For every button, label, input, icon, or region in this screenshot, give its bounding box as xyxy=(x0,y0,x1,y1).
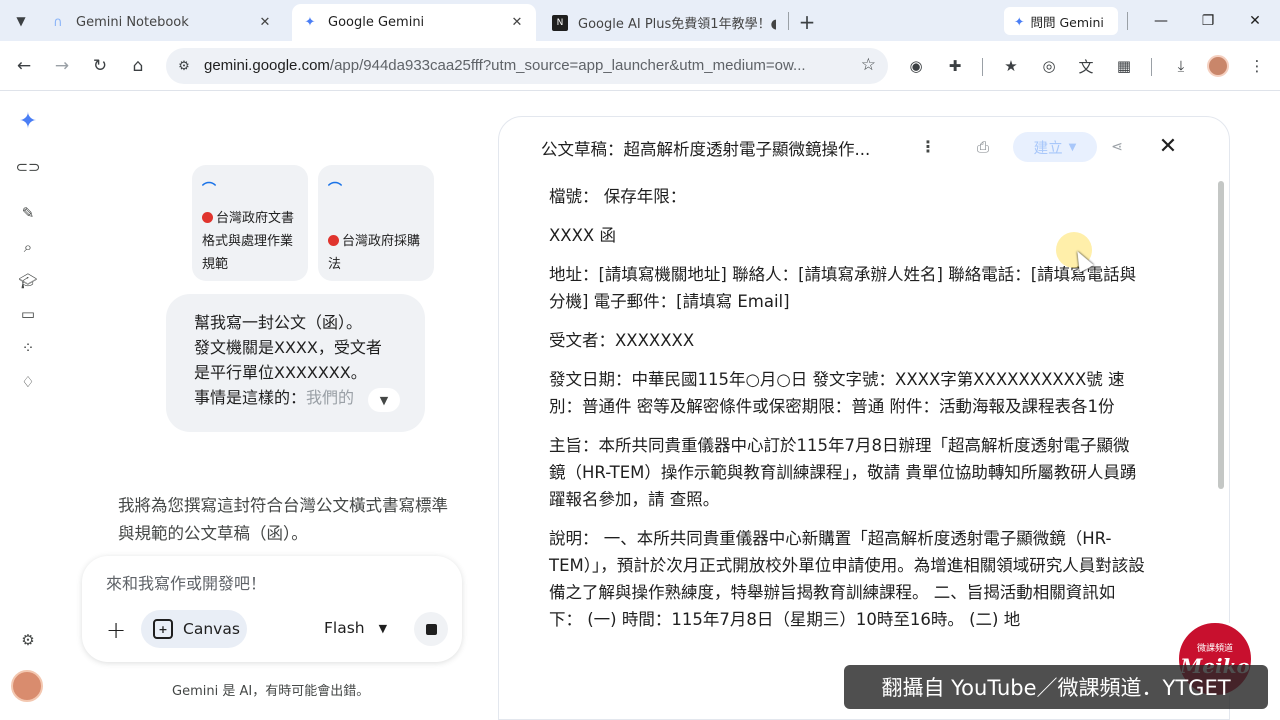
tab-close-icon[interactable]: ✕ xyxy=(508,14,526,32)
user-message-line: 是平行單位XXXXXXX。 xyxy=(194,363,367,382)
qr-code-icon[interactable]: ▦ xyxy=(1112,54,1136,78)
document-paragraph[interactable]: 受文者：XXXXXXX xyxy=(549,327,1145,354)
prompt-input-box[interactable]: 來和我寫作或開發吧！ + + Canvas Flash ▼ xyxy=(82,556,462,662)
gemini-sparkle-icon[interactable]: ✦ xyxy=(16,109,40,134)
toggle-sidebar-icon[interactable]: ⊂⊃ xyxy=(15,155,40,179)
tab-google-gemini[interactable]: ✦ Google Gemini ✕ xyxy=(292,4,536,41)
settings-gear-icon[interactable]: ⚙ xyxy=(16,628,40,652)
document-paragraph[interactable]: 地址：[請填寫機關地址] 聯絡人：[請填寫承辦人姓名] 聯絡電話：[請填寫電話與… xyxy=(549,261,1145,315)
minimize-window-icon[interactable]: — xyxy=(1146,8,1176,34)
document-paragraph[interactable]: 說明： 一、本所共同貴重儀器中心新購置「超高解析度透射電子顯微鏡（HR-TEM）… xyxy=(549,525,1145,633)
tab-google-ai-plus[interactable]: N Google AI Plus免費領1年教學！● xyxy=(542,4,786,41)
document-paragraph[interactable]: 檔號： 保存年限： xyxy=(549,183,1145,210)
forward-arrow-icon[interactable]: → xyxy=(49,53,75,79)
bookmarks-star-icon[interactable]: ★ xyxy=(999,54,1023,78)
add-plus-icon[interactable]: + xyxy=(102,616,130,644)
ask-gemini-label: 問問 Gemini xyxy=(1030,14,1104,30)
tab-gemini-notebook[interactable]: ∩ Gemini Notebook ✕ xyxy=(40,4,284,41)
back-arrow-icon[interactable]: ← xyxy=(11,53,37,79)
chevron-down-icon: ▼ xyxy=(1068,141,1077,153)
address-bar[interactable]: ⚙ gemini.google.com/app/944da933caa25fff… xyxy=(166,48,888,84)
library-icon[interactable]: ▭ xyxy=(16,302,40,326)
download-icon[interactable]: ⤓ xyxy=(1169,54,1193,78)
reload-icon[interactable]: ↻ xyxy=(87,53,113,79)
toolbar-separator xyxy=(982,58,983,76)
home-icon[interactable]: ⌂ xyxy=(125,53,151,79)
translate-icon[interactable]: 文 xyxy=(1074,54,1098,78)
more-vert-icon[interactable]: ⋮ xyxy=(917,135,939,157)
site-favicon-icon: N xyxy=(552,14,568,31)
canvas-button[interactable]: + Canvas xyxy=(141,610,247,648)
create-label: 建立 xyxy=(1033,140,1063,157)
ai-disclaimer: Gemini 是 AI，有時可能會出錯。 xyxy=(172,684,370,699)
model-picker[interactable]: Flash ▼ xyxy=(324,619,387,637)
tab-search-chevron-down-icon[interactable]: ▼ xyxy=(8,8,34,34)
canvas-icon: + xyxy=(153,619,173,639)
tab-title: Google AI Plus免費領1年教學！● xyxy=(578,17,776,32)
gemini-sparkle-icon: ✦ xyxy=(304,15,316,30)
search-icon[interactable]: ⌕ xyxy=(16,235,40,259)
user-message-line: 幫我寫一封公文（函）。 xyxy=(194,313,363,332)
badge-small-text: 微課頻道 xyxy=(1196,643,1233,654)
gems-apps-icon[interactable]: ⁘ xyxy=(16,336,40,360)
gemini-sparkle-icon: ✦ xyxy=(1014,13,1025,29)
print-icon[interactable]: ⎙ xyxy=(971,135,995,159)
close-icon[interactable]: ✕ xyxy=(1155,133,1181,159)
close-window-icon[interactable]: ✕ xyxy=(1240,8,1270,34)
new-chat-pencil-icon[interactable]: ✎ xyxy=(16,201,40,225)
screenshot-lens-icon[interactable]: ◎ xyxy=(1037,54,1061,78)
toolbar-separator xyxy=(1151,58,1152,76)
url-text[interactable]: gemini.google.com/app/944da933caa25fff?u… xyxy=(204,57,844,74)
tab-title: Gemini Notebook xyxy=(76,15,189,30)
extension-eyes-icon[interactable]: ◉ xyxy=(904,54,928,78)
tab-separator xyxy=(1127,12,1128,30)
source-card-procurement-act[interactable]: ⌒ 台灣政府採購法 xyxy=(318,165,434,281)
browser-toolbar: ← → ↻ ⌂ ⚙ gemini.google.com/app/944da933… xyxy=(0,41,1280,91)
tab-separator xyxy=(788,12,789,30)
expand-message-chevron-down-icon[interactable]: ▼ xyxy=(368,388,400,412)
stop-generation-button[interactable] xyxy=(414,612,448,646)
stop-square-icon xyxy=(425,623,437,635)
user-message-line: 發文機關是XXXX，受文者 xyxy=(194,338,382,357)
source-logo-icon: ⌒ xyxy=(202,182,216,198)
source-card-document-format[interactable]: ⌒ 台灣政府文書格式與處理作業規範 xyxy=(192,165,308,281)
site-settings-icon[interactable]: ⚙ xyxy=(174,56,194,76)
more-vert-icon[interactable]: ⋮ xyxy=(1245,54,1269,78)
source-credit-banner: 翻攝自 YouTube／微課頻道．YTGET xyxy=(844,665,1268,709)
red-dot-icon xyxy=(328,235,339,246)
document-scrollbar[interactable] xyxy=(1218,181,1224,489)
document-paragraph[interactable]: 發文日期：中華民國115年○月○日 發文字號：XXXX字第XXXXXXXXXX號… xyxy=(549,366,1145,420)
restore-window-icon[interactable]: ❐ xyxy=(1193,8,1223,34)
prompt-input-placeholder[interactable]: 來和我寫作或開發吧！ xyxy=(106,570,266,594)
new-tab-plus-icon[interactable]: + xyxy=(794,9,820,35)
gem-diamond-icon[interactable]: ♢ xyxy=(16,370,40,394)
canvas-document-panel: 公文草稿：超高解析度透射電子顯微鏡操作... ⋮ ⎙ 建立 ▼ ⋖ ✕ 檔號： … xyxy=(498,116,1230,720)
document-title: 公文草稿：超高解析度透射電子顯微鏡操作... xyxy=(541,140,871,159)
learning-cap-icon[interactable]: 🎓︎ xyxy=(16,269,40,293)
source-logo-icon: ⌒ xyxy=(328,182,342,198)
model-response-text: 我將為您撰寫這封符合台灣公文橫式書寫標準與規範的公文草稿（函）。 xyxy=(118,496,448,543)
chevron-down-icon: ▼ xyxy=(378,621,388,635)
share-icon[interactable]: ⋖ xyxy=(1105,135,1129,159)
user-avatar[interactable] xyxy=(11,670,43,702)
model-label: Flash xyxy=(324,619,365,637)
red-dot-icon xyxy=(202,212,213,223)
document-paragraph[interactable]: 主旨：本所共同貴重儀器中心訂於115年7月8日辦理「超高解析度透射電子顯微鏡（H… xyxy=(549,432,1145,513)
profile-avatar[interactable] xyxy=(1207,55,1229,77)
ask-gemini-button[interactable]: ✦ 問問 Gemini xyxy=(1004,7,1118,35)
source-card-label: 台灣政府採購法 xyxy=(328,234,421,272)
tab-title: Google Gemini xyxy=(328,15,425,30)
extension-puzzle-icon[interactable]: ✚ xyxy=(943,54,967,78)
create-button[interactable]: 建立 ▼ xyxy=(1013,132,1097,162)
tab-close-icon[interactable]: ✕ xyxy=(256,14,274,32)
canvas-label: Canvas xyxy=(183,620,240,638)
bookmark-star-icon[interactable]: ☆ xyxy=(861,55,876,75)
gemini-notebook-favicon-icon: ∩ xyxy=(53,15,63,30)
browser-tab-bar: ▼ ∩ Gemini Notebook ✕ ✦ Google Gemini ✕ … xyxy=(0,0,1280,41)
source-card-label: 台灣政府文書格式與處理作業規範 xyxy=(202,211,295,272)
